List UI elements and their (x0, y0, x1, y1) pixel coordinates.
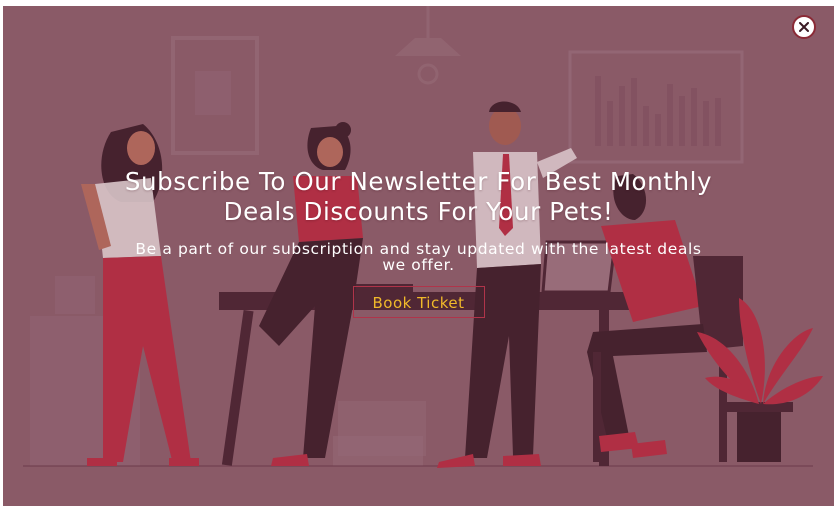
close-icon (799, 22, 809, 32)
newsletter-subtext: Be a part of our subscription and stay u… (135, 240, 702, 274)
newsletter-modal: Subscribe To Our Newsletter For Best Mon… (3, 6, 834, 506)
newsletter-headline: Subscribe To Our Newsletter For Best Mon… (124, 167, 713, 226)
close-button[interactable] (792, 15, 816, 39)
newsletter-content: Subscribe To Our Newsletter For Best Mon… (3, 167, 834, 318)
book-ticket-button[interactable]: Book Ticket (352, 286, 485, 318)
